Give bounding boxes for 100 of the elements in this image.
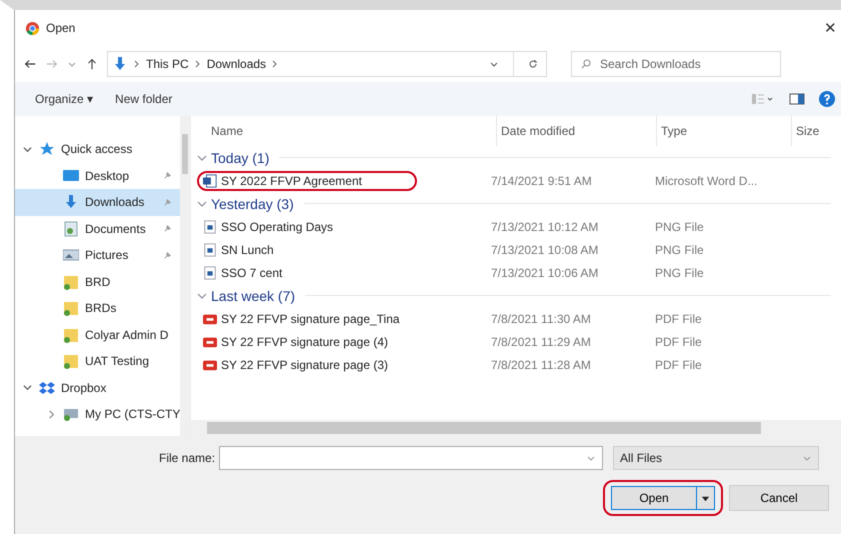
navigation-item[interactable]: Colyar Admin D [15, 322, 180, 348]
chrome-app-icon [25, 20, 40, 36]
download-arrow-icon [63, 194, 79, 210]
document-icon [63, 220, 79, 237]
date-modified: 7/8/2021 11:30 AM [490, 312, 592, 326]
column-header[interactable]: Date modified [497, 116, 657, 146]
file-type: PNG File [654, 242, 704, 256]
pdf-file-icon [203, 312, 217, 326]
close-button[interactable]: ✕ [820, 19, 841, 37]
navigation-item[interactable]: UAT Testing [15, 348, 180, 374]
navigation-label: Documents [85, 222, 147, 236]
navigation-label: Downloads [85, 195, 146, 210]
image-file-icon [203, 220, 217, 234]
star-icon [39, 141, 55, 158]
pdf-file-icon [203, 358, 217, 372]
navigation-item[interactable]: Quick access [15, 136, 180, 162]
pictures-icon [63, 247, 79, 264]
navigation-item[interactable]: Desktop [15, 162, 180, 189]
navigation-item[interactable]: Dropbox [15, 374, 180, 401]
image-file-icon [203, 242, 217, 256]
forward-arrow-icon[interactable] [45, 57, 59, 71]
up-arrow-icon[interactable] [85, 57, 99, 71]
navigation-item[interactable]: BRD [15, 268, 180, 295]
navigation-item[interactable]: Documents [15, 216, 180, 242]
folder-icon [63, 274, 79, 290]
navigation-label: Quick access [61, 142, 134, 156]
navigation-label: Dropbox [61, 380, 108, 395]
navigation-label: Desktop [85, 168, 130, 183]
pdf-file-icon [203, 334, 217, 348]
expanded-chevron-icon[interactable] [23, 383, 33, 392]
date-modified: 7/13/2021 10:08 AM [490, 242, 600, 256]
date-modified: 7/8/2021 11:28 AM [490, 358, 592, 372]
navigation-label: Pictures [85, 248, 130, 262]
file-type: PNG File [654, 266, 704, 280]
window-title: Open [46, 21, 76, 35]
group-header[interactable]: Today (1) [211, 150, 270, 166]
navigation-item[interactable]: BRDs [15, 295, 180, 322]
vertical-scrollbar[interactable] [180, 116, 190, 436]
help-icon[interactable] [819, 91, 835, 107]
collapse-chevron-icon[interactable] [197, 152, 207, 162]
navigation-label: My PC (CTS-CTY [85, 407, 180, 422]
collapse-chevron-icon[interactable] [197, 290, 207, 300]
navigation-label: Colyar Admin D [85, 328, 170, 342]
cancel-button[interactable]: Cancel [729, 485, 829, 511]
folder-icon [63, 326, 79, 343]
breadcrumb[interactable]: This PC [146, 57, 189, 71]
file-type: PNG File [654, 220, 704, 234]
file-type: PDF File [654, 358, 702, 372]
navigation-item[interactable]: My PC (CTS-CTY [15, 401, 180, 428]
caret-icon [701, 494, 710, 502]
address-bar[interactable]: This PC Downloads [107, 51, 547, 77]
open-options-button[interactable] [697, 486, 715, 510]
open-button[interactable]: Open [611, 486, 697, 510]
word-document-icon [203, 174, 217, 188]
dropbox-icon [39, 380, 55, 396]
back-arrow-icon[interactable] [23, 57, 37, 71]
file-name-field[interactable] [219, 446, 604, 470]
date-modified: 7/13/2021 10:12 AM [490, 220, 600, 234]
preview-pane-icon[interactable] [789, 91, 805, 107]
collapse-chevron-icon[interactable] [197, 198, 207, 208]
file-name[interactable]: SSO 7 cent [197, 262, 487, 282]
folder-icon [63, 353, 79, 370]
computer-icon [63, 406, 79, 422]
group-header[interactable]: Last week (7) [211, 288, 296, 304]
file-name[interactable]: SN Lunch [197, 240, 487, 260]
file-name[interactable]: SY 22 FFVP signature page (4) [197, 332, 487, 352]
navigation-label: BRD [85, 274, 112, 289]
desktop-icon [63, 168, 79, 184]
folder-icon [63, 300, 79, 316]
navigation-item[interactable]: Pictures [15, 242, 180, 268]
column-header[interactable]: Name [207, 116, 497, 146]
column-header[interactable]: Type [657, 116, 792, 146]
file-type-dropdown[interactable]: All Files [613, 446, 820, 470]
group-header[interactable]: Yesterday (3) [211, 196, 294, 212]
download-arrow-icon [112, 56, 128, 72]
collapsed-chevron-icon[interactable] [47, 410, 57, 419]
file-name[interactable]: SSO Operating Days [197, 216, 487, 236]
navigation-label: BRDs [85, 301, 118, 316]
expanded-chevron-icon[interactable] [23, 144, 33, 154]
image-file-icon [203, 266, 217, 280]
refresh-icon[interactable] [528, 59, 538, 69]
file-name[interactable]: SY 22 FFVP signature page_Tina [197, 308, 487, 328]
breadcrumb-separator-icon [272, 59, 278, 69]
date-modified: 7/13/2021 10:06 AM [490, 266, 600, 280]
new-folder-button[interactable]: New folder [111, 90, 176, 108]
file-type: PDF File [654, 334, 702, 348]
file-name-label: File name: [159, 451, 216, 465]
file-name[interactable]: SY 22 FFVP signature page (3) [197, 354, 487, 374]
date-modified: 7/8/2021 11:29 AM [490, 334, 592, 348]
search-icon [581, 59, 591, 69]
file-type: PDF File [654, 312, 702, 326]
breadcrumb-separator-icon [194, 59, 201, 69]
search-field[interactable]: Search Downloads [571, 51, 781, 77]
breadcrumb[interactable]: Downloads [206, 57, 266, 71]
organize-menu-button[interactable]: Organize ▾ [31, 90, 98, 108]
file-name[interactable]: SY 2022 FFVP Agreement [197, 170, 417, 190]
column-header[interactable]: Size [792, 116, 832, 146]
breadcrumb-separator-icon [134, 59, 140, 69]
horizontal-scrollbar[interactable] [191, 420, 841, 436]
navigation-item[interactable]: Downloads [15, 189, 180, 216]
